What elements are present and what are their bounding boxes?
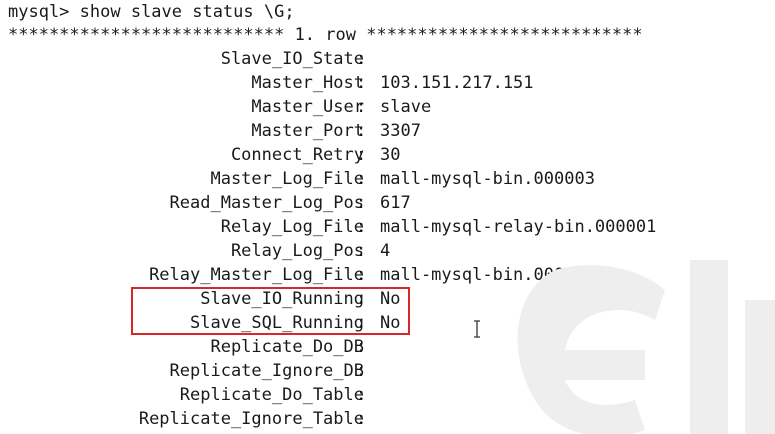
status-field-row: Replicate_Do_DB:: [0, 335, 775, 359]
field-key: Relay_Master_Log_File: [149, 265, 364, 285]
field-key: Replicate_Do_DB: [210, 337, 364, 357]
field-colon: :: [356, 121, 367, 141]
field-key: Relay_Log_Pos: [230, 241, 364, 261]
status-field-row: Slave_IO_State:: [0, 47, 775, 71]
field-colon: :: [356, 361, 367, 381]
field-colon: :: [356, 73, 367, 93]
field-key: Replicate_Ignore_DB: [169, 361, 364, 381]
field-value: slave: [380, 97, 432, 117]
field-colon: :: [356, 265, 367, 285]
status-field-row: Relay_Log_Pos:4: [0, 239, 775, 263]
field-value: 617: [380, 193, 411, 213]
field-key: Master_Log_File: [210, 169, 364, 189]
status-field-row: Replicate_Ignore_DB:: [0, 359, 775, 383]
field-key: Master_Host: [251, 73, 364, 93]
status-field-row: Master_User: slave: [0, 95, 775, 119]
field-key: Master_User: [251, 97, 364, 117]
field-key: Slave_IO_State: [220, 49, 364, 69]
status-field-row: Read_Master_Log_Pos:617: [0, 191, 775, 215]
field-value: mall-mysql-bin.000003: [380, 169, 595, 189]
field-colon: :: [356, 145, 367, 165]
status-field-row: Connect_Retry:30: [0, 143, 775, 167]
status-field-row: Relay_Log_File: mall-mysql-relay-bin.0000…: [0, 215, 775, 239]
field-value: 4: [380, 241, 391, 261]
running-status-highlight-box: [131, 287, 410, 335]
status-field-row: Replicate_Do_Table:: [0, 383, 775, 407]
field-value: 3307: [380, 121, 421, 141]
row-separator-line: *************************** 1. row *****…: [8, 25, 643, 45]
field-key: Replicate_Do_Table: [179, 385, 364, 405]
field-key: Read_Master_Log_Pos: [169, 193, 364, 213]
command-prompt-line: mysql> show slave status \G;: [8, 2, 295, 22]
field-value: 30: [380, 145, 401, 165]
field-colon: :: [356, 193, 367, 213]
field-key: Relay_Log_File: [220, 217, 364, 237]
i-beam-cursor-icon: [474, 320, 480, 338]
status-field-row: Relay_Master_Log_File: mall-mysql-bin.000…: [0, 263, 775, 287]
status-field-row: Master_Port:3307: [0, 119, 775, 143]
field-colon: :: [356, 169, 367, 189]
field-key: Connect_Retry: [230, 145, 364, 165]
field-colon: :: [356, 337, 367, 357]
field-colon: :: [356, 49, 367, 69]
field-value: mall-mysql-relay-bin.000001: [380, 217, 657, 237]
status-field-row: Master_Host:103.151.217.151: [0, 71, 775, 95]
terminal-output: mysql> show slave status \G; ***********…: [0, 0, 775, 434]
field-colon: :: [356, 409, 367, 429]
field-colon: :: [356, 217, 367, 237]
field-colon: :: [356, 385, 367, 405]
field-colon: :: [356, 241, 367, 261]
status-field-row: Master_Log_File: mall-mysql-bin.000003: [0, 167, 775, 191]
status-field-row: Replicate_Ignore_Table:: [0, 407, 775, 431]
field-value: mall-mysql-bin.000003: [380, 265, 595, 285]
field-key: Replicate_Ignore_Table: [138, 409, 364, 429]
field-key: Master_Port: [251, 121, 364, 141]
field-colon: :: [356, 97, 367, 117]
field-value: 103.151.217.151: [380, 73, 534, 93]
